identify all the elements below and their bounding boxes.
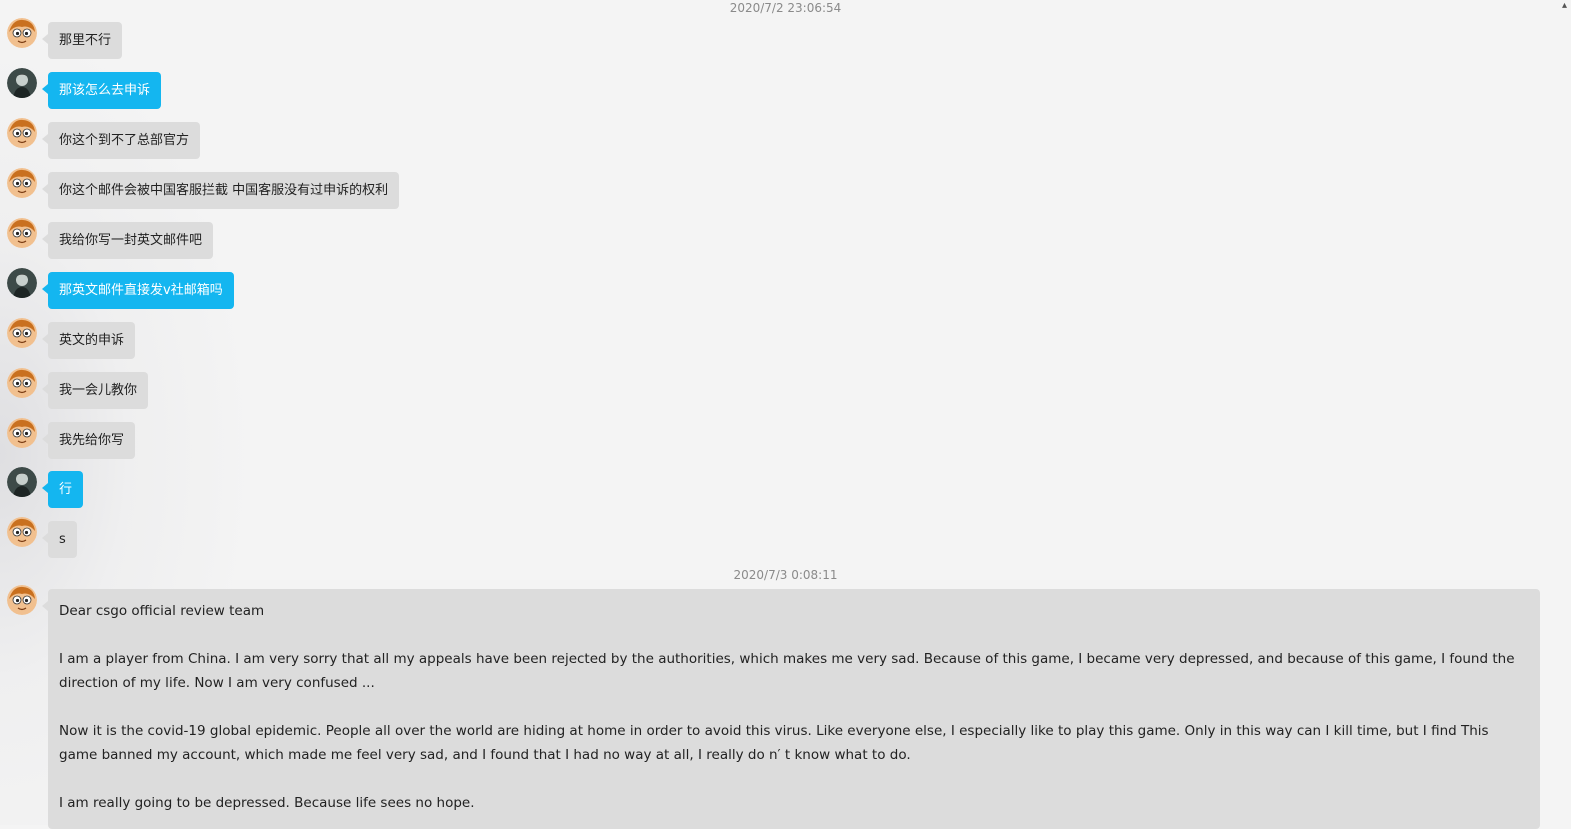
message-bubble[interactable]: 我一会儿教你 — [41, 372, 149, 409]
long-message-bubble[interactable]: Dear csgo official review team I am a pl… — [42, 589, 1540, 829]
dark-character-avatar-icon[interactable] — [7, 68, 37, 98]
dark-character-avatar-icon[interactable] — [7, 467, 37, 497]
message-paragraph: I am really going to be depressed. Becau… — [59, 795, 475, 811]
message-bubble[interactable]: 行 — [41, 471, 84, 508]
cartoon-face-avatar-icon[interactable] — [7, 517, 37, 547]
message-bubble[interactable]: 英文的申诉 — [41, 322, 136, 359]
message-paragraph: Dear csgo official review team — [59, 603, 265, 619]
cartoon-face-avatar-icon[interactable] — [7, 368, 37, 398]
message-paragraph: I am a player from China. I am very sorr… — [59, 651, 1515, 691]
message-bubble[interactable]: 那该怎么去申诉 — [41, 72, 162, 109]
cartoon-face-avatar-icon[interactable] — [7, 585, 37, 615]
cartoon-face-avatar-icon[interactable] — [7, 318, 37, 348]
cartoon-face-avatar-icon[interactable] — [7, 118, 37, 148]
cartoon-face-avatar-icon[interactable] — [7, 18, 37, 48]
cartoon-face-avatar-icon[interactable] — [7, 418, 37, 448]
message-bubble[interactable]: s — [42, 521, 77, 558]
message-bubble[interactable]: 你这个邮件会被中国客服拦截 中国客服没有过申诉的权利 — [41, 172, 400, 209]
message-bubble[interactable]: 那里不行 — [41, 22, 123, 59]
dark-character-avatar-icon[interactable] — [7, 268, 37, 298]
cartoon-face-avatar-icon[interactable] — [7, 168, 37, 198]
message-bubble[interactable]: 你这个到不了总部官方 — [41, 122, 201, 159]
message-bubble[interactable]: 那英文邮件直接发v社邮箱吗 — [42, 272, 234, 309]
message-bubble[interactable]: 我给你写一封英文邮件吧 — [41, 222, 214, 259]
timestamp: 2020/7/3 0:08:11 — [733, 568, 838, 582]
message-paragraph: Now it is the covid-19 global epidemic. … — [59, 723, 1489, 763]
cartoon-face-avatar-icon[interactable] — [7, 218, 37, 248]
message-bubble[interactable]: 我先给你写 — [41, 422, 136, 459]
timestamp: 2020/7/2 23:06:54 — [729, 1, 842, 15]
